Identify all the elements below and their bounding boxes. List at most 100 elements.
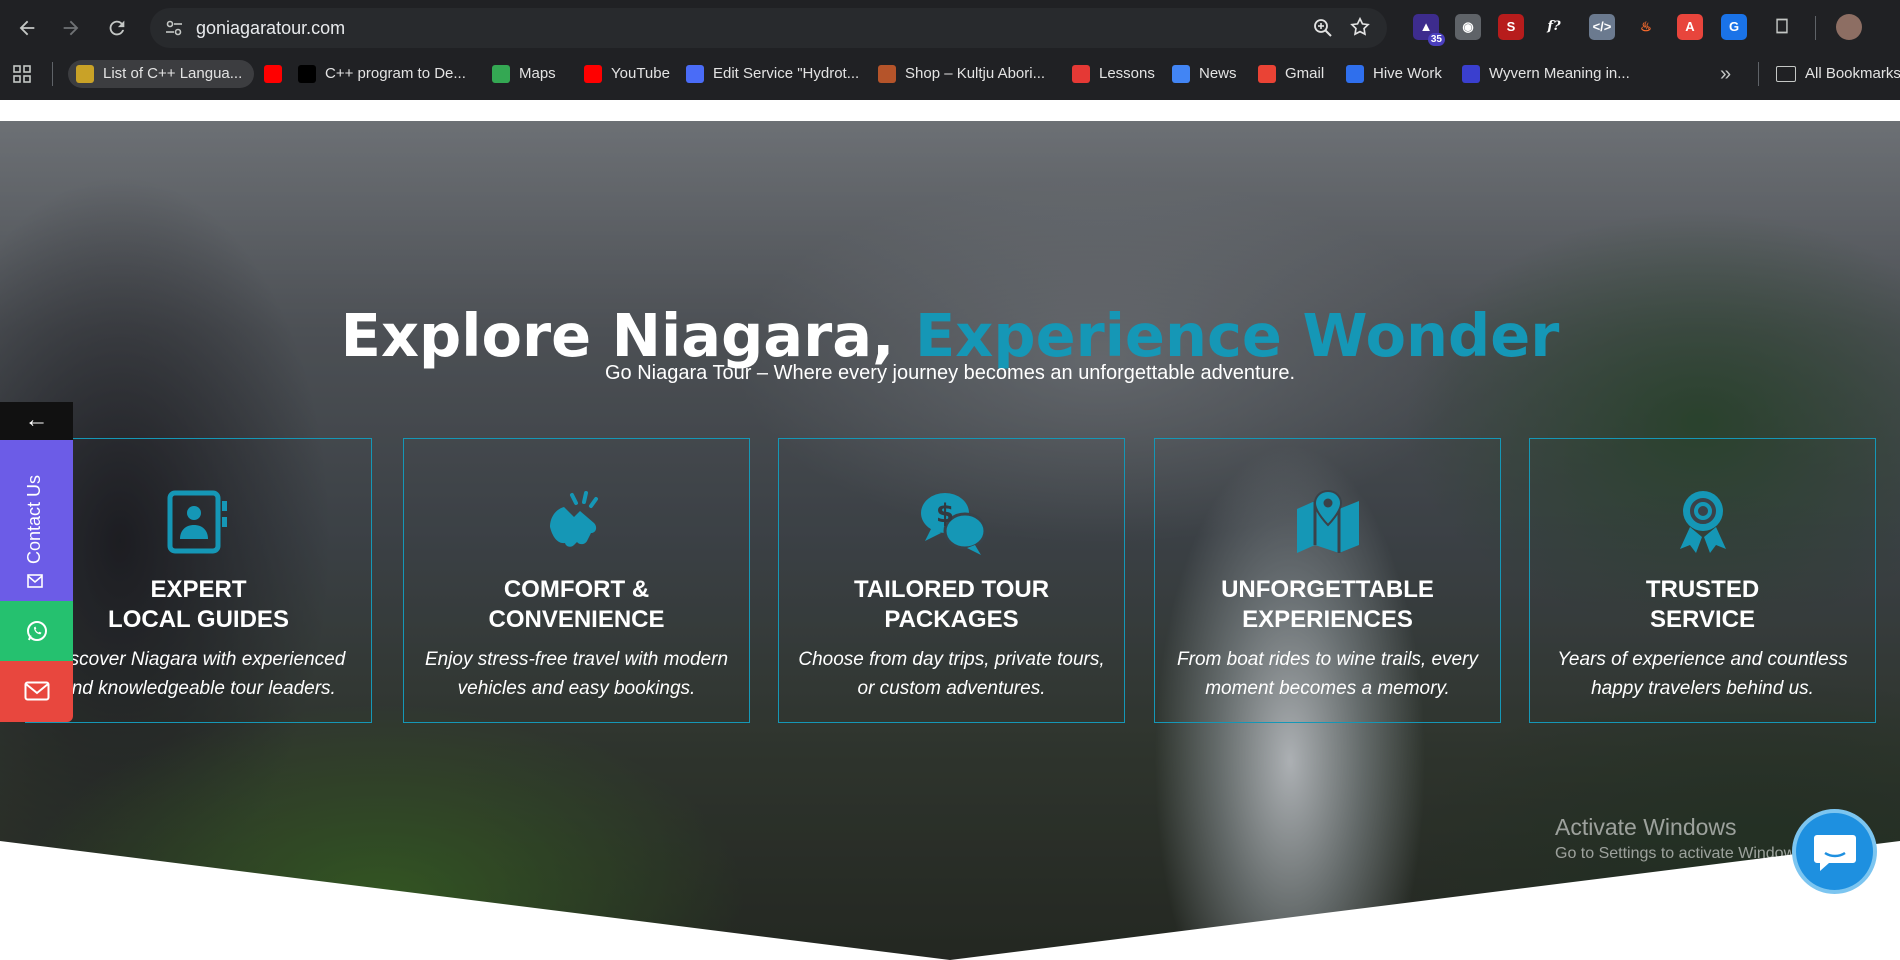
youtube-icon [584, 65, 602, 83]
activate-title: Activate Windows [1555, 814, 1737, 840]
extension-translate-icon[interactable]: A [1677, 14, 1703, 40]
bookmark-label: Wyvern Meaning in... [1489, 65, 1630, 82]
bookmark-label: Maps [519, 65, 556, 82]
live-chat-button[interactable] [1792, 809, 1877, 894]
handshake-icon [542, 487, 612, 557]
all-bookmarks-button[interactable]: All Bookmarks [1776, 60, 1900, 88]
bookmark-item[interactable]: Lessons [1072, 60, 1155, 88]
reload-button[interactable] [103, 14, 131, 42]
svg-text:$: $ [935, 499, 953, 529]
feature-card: TRUSTED SERVICE Years of experience and c… [1529, 438, 1876, 723]
maps-pin-icon [492, 65, 510, 83]
browser-toolbar: goniagaratour.com ▲ 35 ◉ S f? </> ♨ A G ⎕ [0, 0, 1900, 56]
more-bookmarks-icon[interactable]: » [1720, 60, 1731, 88]
extension-code-icon[interactable]: </> [1589, 14, 1615, 40]
feature-card-title: TRUSTED SERVICE [1645, 576, 1760, 633]
extension-fire-icon[interactable]: ♨ [1633, 14, 1659, 40]
bookmark-label: C++ program to De... [325, 65, 466, 82]
s-logo-icon [298, 65, 316, 83]
feature-card-title: COMFORT & CONVENIENCE [488, 576, 665, 633]
hero-subline: Go Niagara Tour – Where every journey be… [604, 362, 1296, 384]
url-text[interactable]: goniagaratour.com [196, 8, 345, 48]
extension-camera-icon[interactable]: ◉ [1455, 14, 1481, 40]
feature-card-title: EXPERT LOCAL GUIDES [108, 576, 289, 633]
guide-id-card-icon [164, 487, 234, 557]
pyramid-icon [76, 65, 94, 83]
arrow-right-icon [60, 19, 82, 44]
profile-avatar-icon[interactable] [1836, 14, 1862, 40]
envelope-square-icon [26, 574, 43, 588]
bookmark-label: Hive Work [1373, 65, 1442, 82]
bookmark-item[interactable]: Shop – Kultju Abori... [878, 60, 1045, 88]
bookmark-item[interactable] [264, 60, 282, 88]
apps-grid-icon[interactable] [12, 60, 32, 88]
arrow-left-icon [16, 19, 38, 44]
bookmark-item[interactable]: Wyvern Meaning in... [1462, 60, 1630, 88]
feature-card: COMFORT & CONVENIENCE Enjoy stress-free t… [403, 438, 750, 723]
contact-us-label-wrap: Contact Us [24, 475, 45, 590]
hero-headline: Explore Niagara, Experience Wonder [0, 301, 1900, 370]
award-ribbon-icon [1668, 487, 1738, 557]
activate-subtitle: Go to Settings to activate Windows. [1555, 845, 1808, 862]
feature-card-description: Choose from day trips, private tours, or… [798, 649, 1105, 699]
extension-s-icon[interactable]: S [1498, 14, 1524, 40]
web-page: Explore Niagara, Experience Wonder Go Ni… [0, 100, 1900, 960]
bookmark-label: Lessons [1099, 65, 1155, 82]
contact-us-tab[interactable]: Contact Us [0, 440, 73, 601]
feature-card-description: Discover Niagara with experienced and kn… [51, 649, 346, 699]
hive-icon [1346, 65, 1364, 83]
bookmark-label: YouTube [611, 65, 670, 82]
hw-icon [1462, 65, 1480, 83]
back-button[interactable] [13, 14, 41, 42]
side-collapse-button[interactable]: ← [0, 402, 73, 440]
bookmark-label: Gmail [1285, 65, 1325, 82]
chat-bubble-icon [1814, 835, 1856, 871]
extension-g-icon[interactable]: G [1721, 14, 1747, 40]
forward-button[interactable] [57, 14, 85, 42]
headline-main: Explore Niagara, [340, 301, 895, 370]
extension-wizard-icon[interactable]: ▲ 35 [1413, 14, 1445, 46]
all-bookmarks-label: All Bookmarks [1805, 65, 1900, 82]
lessons-icon [1072, 65, 1090, 83]
bookmark-item[interactable]: Edit Service "Hydrot... [686, 60, 859, 88]
bookmark-item[interactable]: News [1172, 60, 1237, 88]
bookmark-item[interactable]: Hive Work [1346, 60, 1442, 88]
feature-card: EXPERT LOCAL GUIDES Discover Niagara with… [25, 438, 372, 723]
extension-badge: 35 [1427, 33, 1445, 46]
feature-card-description: Years of experience and countless happy … [1557, 649, 1848, 699]
address-bar[interactable]: goniagaratour.com [150, 8, 1387, 48]
bookmark-item[interactable]: Maps [492, 60, 556, 88]
news-icon [1172, 65, 1190, 83]
bookmark-item[interactable]: List of C++ Langua... [68, 60, 255, 88]
feature-card-title: UNFORGETTABLE EXPERIENCES [1221, 576, 1434, 633]
bookmarks-divider [52, 62, 53, 86]
windows-activation-watermark: Activate Windows Go to Settings to activ… [1555, 814, 1808, 863]
folder-icon [1776, 66, 1796, 82]
email-button[interactable] [0, 661, 73, 722]
contact-us-label: Contact Us [24, 474, 44, 564]
bookmarks-bar: List of C++ Langua... C++ program to De..… [0, 56, 1900, 92]
whatsapp-button[interactable] [0, 601, 73, 661]
bookmark-item[interactable]: C++ program to De... [298, 60, 466, 88]
edit-service-icon [686, 65, 704, 83]
extension-function-icon[interactable]: f? [1541, 14, 1567, 40]
bookmark-label: News [1199, 65, 1237, 82]
bookmark-label: Edit Service "Hydrot... [713, 65, 860, 82]
shop-icon [878, 65, 896, 83]
bookmark-item[interactable]: YouTube [584, 60, 670, 88]
bookmark-item[interactable]: Gmail [1258, 60, 1324, 88]
feature-card: $ TAILORED TOUR PACKAGES Choose from day t… [778, 438, 1125, 723]
extensions-puzzle-icon[interactable]: ⎕ [1769, 14, 1795, 40]
whatsapp-icon [27, 621, 47, 641]
zoom-icon[interactable] [1313, 18, 1333, 38]
feature-card-title: TAILORED TOUR PACKAGES [853, 576, 1050, 633]
feature-card-description: From boat rides to wine trails, every mo… [1177, 649, 1478, 699]
feature-card-description: Enjoy stress-free travel with modern veh… [424, 649, 729, 699]
browser-chrome: goniagaratour.com ▲ 35 ◉ S f? </> ♨ A G ⎕… [0, 0, 1900, 100]
toolbar-divider [1815, 16, 1816, 40]
site-settings-icon[interactable] [164, 18, 184, 38]
bookmark-star-icon[interactable] [1349, 16, 1371, 38]
reload-icon [106, 19, 128, 44]
headline-accent: Experience Wonder [915, 301, 1560, 370]
google-icon [1258, 65, 1276, 83]
